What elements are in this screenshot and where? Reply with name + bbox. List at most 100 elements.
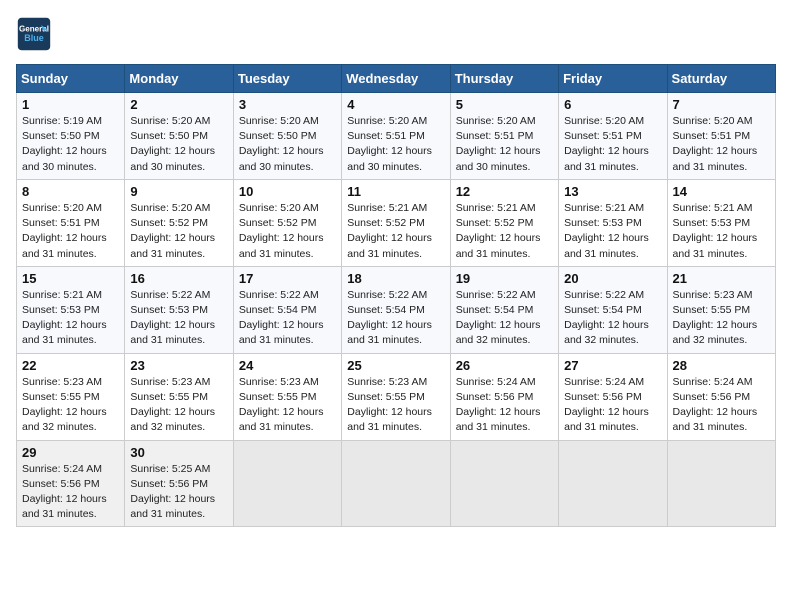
day-number: 1 <box>22 97 119 112</box>
calendar-table: SundayMondayTuesdayWednesdayThursdayFrid… <box>16 64 776 527</box>
day-number: 6 <box>564 97 661 112</box>
weekday-header-row: SundayMondayTuesdayWednesdayThursdayFrid… <box>17 65 776 93</box>
calendar-cell: 16Sunrise: 5:22 AM Sunset: 5:53 PM Dayli… <box>125 266 233 353</box>
day-info: Sunrise: 5:20 AM Sunset: 5:51 PM Dayligh… <box>564 114 661 175</box>
calendar-cell: 28 Sunrise: 5:24 AM Sunset: 5:56 PM Dayli… <box>667 353 775 440</box>
calendar-cell: 20 Sunrise: 5:22 AM Sunset: 5:54 PM Dayli… <box>559 266 667 353</box>
weekday-header-thursday: Thursday <box>450 65 558 93</box>
day-info: Sunrise: 5:22 AM Sunset: 5:54 PM Dayligh… <box>564 288 661 349</box>
calendar-week-row: 22Sunrise: 5:23 AM Sunset: 5:55 PM Dayli… <box>17 353 776 440</box>
calendar-cell: 15Sunrise: 5:21 AM Sunset: 5:53 PM Dayli… <box>17 266 125 353</box>
day-number: 14 <box>673 184 770 199</box>
day-number: 19 <box>456 271 553 286</box>
calendar-cell: 18Sunrise: 5:22 AM Sunset: 5:54 PM Dayli… <box>342 266 450 353</box>
calendar-week-row: 15Sunrise: 5:21 AM Sunset: 5:53 PM Dayli… <box>17 266 776 353</box>
day-number: 30 <box>130 445 227 460</box>
calendar-cell: 22Sunrise: 5:23 AM Sunset: 5:55 PM Dayli… <box>17 353 125 440</box>
day-number: 20 <box>564 271 661 286</box>
day-info: Sunrise: 5:20 AM Sunset: 5:51 PM Dayligh… <box>456 114 553 175</box>
page-header: General Blue <box>16 16 776 52</box>
calendar-cell: 26Sunrise: 5:24 AM Sunset: 5:56 PM Dayli… <box>450 353 558 440</box>
weekday-header-monday: Monday <box>125 65 233 93</box>
calendar-cell: 9Sunrise: 5:20 AM Sunset: 5:52 PM Daylig… <box>125 179 233 266</box>
day-info: Sunrise: 5:22 AM Sunset: 5:54 PM Dayligh… <box>239 288 336 349</box>
day-info: Sunrise: 5:23 AM Sunset: 5:55 PM Dayligh… <box>347 375 444 436</box>
day-number: 2 <box>130 97 227 112</box>
calendar-cell: 17 Sunrise: 5:22 AM Sunset: 5:54 PM Dayli… <box>233 266 341 353</box>
calendar-cell <box>559 440 667 527</box>
day-info: Sunrise: 5:25 AM Sunset: 5:56 PM Dayligh… <box>130 462 227 523</box>
calendar-cell: 21Sunrise: 5:23 AM Sunset: 5:55 PM Dayli… <box>667 266 775 353</box>
calendar-cell <box>667 440 775 527</box>
calendar-cell: 3 Sunrise: 5:20 AM Sunset: 5:50 PM Daylig… <box>233 93 341 180</box>
day-info: Sunrise: 5:24 AM Sunset: 5:56 PM Dayligh… <box>456 375 553 436</box>
day-info: Sunrise: 5:22 AM Sunset: 5:54 PM Dayligh… <box>456 288 553 349</box>
day-info: Sunrise: 5:20 AM Sunset: 5:51 PM Dayligh… <box>347 114 444 175</box>
weekday-header-sunday: Sunday <box>17 65 125 93</box>
day-number: 28 <box>673 358 770 373</box>
day-info: Sunrise: 5:22 AM Sunset: 5:53 PM Dayligh… <box>130 288 227 349</box>
day-info: Sunrise: 5:21 AM Sunset: 5:52 PM Dayligh… <box>347 201 444 262</box>
day-info: Sunrise: 5:20 AM Sunset: 5:51 PM Dayligh… <box>673 114 770 175</box>
logo: General Blue <box>16 16 58 52</box>
svg-text:Blue: Blue <box>24 33 44 43</box>
calendar-cell <box>450 440 558 527</box>
day-info: Sunrise: 5:20 AM Sunset: 5:51 PM Dayligh… <box>22 201 119 262</box>
day-number: 12 <box>456 184 553 199</box>
calendar-cell: 30 Sunrise: 5:25 AM Sunset: 5:56 PM Dayli… <box>125 440 233 527</box>
day-number: 25 <box>347 358 444 373</box>
day-info: Sunrise: 5:20 AM Sunset: 5:50 PM Dayligh… <box>130 114 227 175</box>
calendar-cell: 7Sunrise: 5:20 AM Sunset: 5:51 PM Daylig… <box>667 93 775 180</box>
calendar-cell: 14 Sunrise: 5:21 AM Sunset: 5:53 PM Dayli… <box>667 179 775 266</box>
weekday-header-wednesday: Wednesday <box>342 65 450 93</box>
calendar-cell: 24 Sunrise: 5:23 AM Sunset: 5:55 PM Dayli… <box>233 353 341 440</box>
calendar-cell: 23 Sunrise: 5:23 AM Sunset: 5:55 PM Dayli… <box>125 353 233 440</box>
day-info: Sunrise: 5:21 AM Sunset: 5:53 PM Dayligh… <box>673 201 770 262</box>
calendar-week-row: 8 Sunrise: 5:20 AM Sunset: 5:51 PM Daylig… <box>17 179 776 266</box>
day-number: 23 <box>130 358 227 373</box>
day-number: 17 <box>239 271 336 286</box>
day-number: 10 <box>239 184 336 199</box>
weekday-header-tuesday: Tuesday <box>233 65 341 93</box>
calendar-cell: 2 Sunrise: 5:20 AM Sunset: 5:50 PM Daylig… <box>125 93 233 180</box>
calendar-cell: 5 Sunrise: 5:20 AM Sunset: 5:51 PM Daylig… <box>450 93 558 180</box>
day-number: 8 <box>22 184 119 199</box>
calendar-cell: 8 Sunrise: 5:20 AM Sunset: 5:51 PM Daylig… <box>17 179 125 266</box>
day-info: Sunrise: 5:21 AM Sunset: 5:53 PM Dayligh… <box>564 201 661 262</box>
day-info: Sunrise: 5:20 AM Sunset: 5:50 PM Dayligh… <box>239 114 336 175</box>
day-info: Sunrise: 5:23 AM Sunset: 5:55 PM Dayligh… <box>239 375 336 436</box>
day-number: 3 <box>239 97 336 112</box>
day-info: Sunrise: 5:21 AM Sunset: 5:53 PM Dayligh… <box>22 288 119 349</box>
calendar-cell: 27 Sunrise: 5:24 AM Sunset: 5:56 PM Dayli… <box>559 353 667 440</box>
day-number: 18 <box>347 271 444 286</box>
calendar-cell: 19 Sunrise: 5:22 AM Sunset: 5:54 PM Dayli… <box>450 266 558 353</box>
calendar-cell: 11 Sunrise: 5:21 AM Sunset: 5:52 PM Dayli… <box>342 179 450 266</box>
calendar-week-row: 29Sunrise: 5:24 AM Sunset: 5:56 PM Dayli… <box>17 440 776 527</box>
calendar-cell: 29Sunrise: 5:24 AM Sunset: 5:56 PM Dayli… <box>17 440 125 527</box>
weekday-header-saturday: Saturday <box>667 65 775 93</box>
calendar-cell <box>233 440 341 527</box>
day-number: 24 <box>239 358 336 373</box>
day-info: Sunrise: 5:20 AM Sunset: 5:52 PM Dayligh… <box>239 201 336 262</box>
day-info: Sunrise: 5:23 AM Sunset: 5:55 PM Dayligh… <box>22 375 119 436</box>
day-info: Sunrise: 5:21 AM Sunset: 5:52 PM Dayligh… <box>456 201 553 262</box>
day-info: Sunrise: 5:24 AM Sunset: 5:56 PM Dayligh… <box>673 375 770 436</box>
weekday-header-friday: Friday <box>559 65 667 93</box>
day-info: Sunrise: 5:23 AM Sunset: 5:55 PM Dayligh… <box>130 375 227 436</box>
day-number: 13 <box>564 184 661 199</box>
calendar-cell <box>342 440 450 527</box>
day-number: 9 <box>130 184 227 199</box>
calendar-cell: 25 Sunrise: 5:23 AM Sunset: 5:55 PM Dayli… <box>342 353 450 440</box>
day-number: 21 <box>673 271 770 286</box>
logo-icon: General Blue <box>16 16 52 52</box>
calendar-cell: 12 Sunrise: 5:21 AM Sunset: 5:52 PM Dayli… <box>450 179 558 266</box>
day-number: 4 <box>347 97 444 112</box>
calendar-week-row: 1Sunrise: 5:19 AM Sunset: 5:50 PM Daylig… <box>17 93 776 180</box>
day-number: 29 <box>22 445 119 460</box>
calendar-cell: 10 Sunrise: 5:20 AM Sunset: 5:52 PM Dayli… <box>233 179 341 266</box>
day-number: 5 <box>456 97 553 112</box>
calendar-cell: 6 Sunrise: 5:20 AM Sunset: 5:51 PM Daylig… <box>559 93 667 180</box>
day-info: Sunrise: 5:24 AM Sunset: 5:56 PM Dayligh… <box>564 375 661 436</box>
day-number: 11 <box>347 184 444 199</box>
day-number: 27 <box>564 358 661 373</box>
